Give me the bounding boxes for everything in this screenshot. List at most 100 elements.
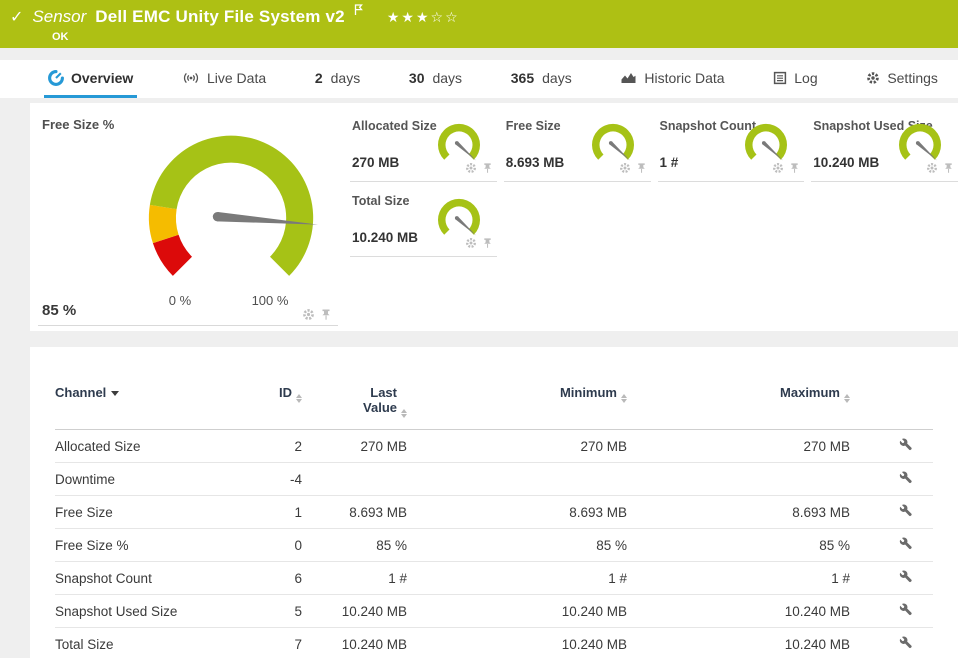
channel-table: Channel ID Last Value Minimum Maximum Al…: [55, 383, 933, 658]
pin-icon[interactable]: [943, 162, 954, 174]
tab-settings[interactable]: Settings: [862, 60, 942, 98]
channel-mini-gauge: [589, 120, 637, 168]
channel-mini-gauge: [435, 195, 483, 243]
cell-channel[interactable]: Downtime: [55, 463, 250, 496]
cell-channel[interactable]: Snapshot Used Size: [55, 595, 250, 628]
tile-value: 1 #: [660, 155, 679, 170]
sort-arrows-icon: [296, 394, 302, 403]
channel-row: Total Size 7 10.240 MB 10.240 MB 10.240 …: [55, 628, 933, 658]
main-gauge-title: Free Size %: [42, 117, 114, 132]
cell-channel[interactable]: Free Size: [55, 496, 250, 529]
sort-arrows-icon: [401, 409, 407, 418]
tab-label: days: [542, 70, 572, 86]
tab-365-days[interactable]: 365 days: [507, 60, 576, 98]
cell-channel[interactable]: Total Size: [55, 628, 250, 658]
cell-last-value: 1 #: [302, 562, 407, 595]
cell-maximum: 1 #: [627, 562, 850, 595]
channel-row: Free Size 1 8.693 MB 8.693 MB 8.693 MB: [55, 496, 933, 529]
gear-icon[interactable]: [302, 308, 315, 321]
cell-last-value: [302, 463, 407, 496]
channel-settings-wrench-icon[interactable]: [899, 471, 913, 485]
sensor-status-banner: ✓ Sensor Dell EMC Unity File System v2 ★…: [0, 0, 958, 48]
gear-icon: [866, 71, 880, 85]
tile-value: 270 MB: [352, 155, 399, 170]
channel-mini-gauge: [435, 120, 483, 168]
star-empty-icon[interactable]: ☆: [431, 9, 446, 25]
cell-last-value: 8.693 MB: [302, 496, 407, 529]
tab-overview[interactable]: Overview: [44, 60, 137, 98]
cell-channel[interactable]: Allocated Size: [55, 430, 250, 463]
star-rating[interactable]: ★★★☆☆: [387, 9, 460, 26]
tab-label: days: [331, 70, 361, 86]
channel-settings-wrench-icon[interactable]: [899, 603, 913, 617]
col-header-id[interactable]: ID: [250, 383, 302, 430]
cell-maximum: 10.240 MB: [627, 628, 850, 658]
channel-row: Allocated Size 2 270 MB 270 MB 270 MB: [55, 430, 933, 463]
tab-bar: Overview Live Data 2 days 30 days 365 da…: [0, 60, 958, 98]
star-filled-icon[interactable]: ★: [387, 9, 402, 25]
tab-live-data[interactable]: Live Data: [178, 60, 270, 98]
gauge-icon: [48, 70, 64, 86]
tab-number: 30: [409, 70, 425, 86]
channel-row: Free Size % 0 85 % 85 % 85 %: [55, 529, 933, 562]
tab-historic-data[interactable]: Historic Data: [616, 60, 728, 98]
gear-icon[interactable]: [926, 162, 938, 174]
cell-id: 5: [250, 595, 302, 628]
cell-last-value: 270 MB: [302, 430, 407, 463]
sort-arrows-icon: [621, 394, 627, 403]
tab-2-days[interactable]: 2 days: [311, 60, 364, 98]
free-size-percent-gauge: [126, 121, 336, 303]
channel-settings-wrench-icon[interactable]: [899, 636, 913, 650]
channel-settings-wrench-icon[interactable]: [899, 570, 913, 584]
tab-30-days[interactable]: 30 days: [405, 60, 466, 98]
pin-icon[interactable]: [482, 237, 493, 249]
sort-arrows-icon: [844, 394, 850, 403]
pin-icon[interactable]: [789, 162, 800, 174]
col-header-maximum[interactable]: Maximum: [627, 383, 850, 430]
tab-number: 2: [315, 70, 323, 86]
main-gauge-value: 85 %: [42, 302, 76, 319]
cell-minimum: 10.240 MB: [407, 595, 627, 628]
cell-channel[interactable]: Free Size %: [55, 529, 250, 562]
gauge-scale-min: 0 %: [158, 293, 202, 308]
tab-number: 365: [511, 70, 534, 86]
channel-gauge-tile: Snapshot Count 1 #: [658, 109, 805, 182]
table-header-row: Channel ID Last Value Minimum Maximum: [55, 383, 933, 430]
pin-icon[interactable]: [482, 162, 493, 174]
cell-maximum: [627, 463, 850, 496]
channel-settings-wrench-icon[interactable]: [899, 537, 913, 551]
col-header-last-value[interactable]: Last Value: [302, 383, 407, 430]
channel-settings-wrench-icon[interactable]: [899, 504, 913, 518]
star-empty-icon[interactable]: ☆: [445, 9, 460, 25]
channel-row: Snapshot Used Size 5 10.240 MB 10.240 MB…: [55, 595, 933, 628]
gear-icon[interactable]: [465, 162, 477, 174]
cell-maximum: 10.240 MB: [627, 595, 850, 628]
cell-minimum: 8.693 MB: [407, 496, 627, 529]
gear-icon[interactable]: [772, 162, 784, 174]
channel-table-body: Allocated Size 2 270 MB 270 MB 270 MB Do…: [55, 430, 933, 658]
tile-value: 10.240 MB: [813, 155, 879, 170]
gear-icon[interactable]: [619, 162, 631, 174]
channel-gauge-tile: Allocated Size 270 MB: [350, 109, 497, 182]
tab-log[interactable]: Log: [769, 60, 821, 98]
col-header-channel[interactable]: Channel: [55, 383, 250, 430]
pin-icon[interactable]: [320, 308, 332, 321]
cell-id: -4: [250, 463, 302, 496]
tab-label: Overview: [71, 70, 133, 86]
cell-last-value: 10.240 MB: [302, 628, 407, 658]
channel-settings-wrench-icon[interactable]: [899, 438, 913, 452]
channel-table-panel: Channel ID Last Value Minimum Maximum Al…: [30, 347, 958, 658]
channel-row: Downtime -4: [55, 463, 933, 496]
tab-label: Historic Data: [644, 70, 724, 86]
channel-gauge-tile: Total Size 10.240 MB: [350, 184, 497, 257]
broadcast-icon: [182, 71, 200, 85]
tile-title: Total Size: [352, 194, 409, 208]
gear-icon[interactable]: [465, 237, 477, 249]
star-filled-icon[interactable]: ★: [401, 9, 416, 25]
cell-id: 7: [250, 628, 302, 658]
pin-icon[interactable]: [636, 162, 647, 174]
col-header-minimum[interactable]: Minimum: [407, 383, 627, 430]
star-filled-icon[interactable]: ★: [416, 9, 431, 25]
priority-flag-icon[interactable]: [354, 3, 364, 21]
cell-channel[interactable]: Snapshot Count: [55, 562, 250, 595]
